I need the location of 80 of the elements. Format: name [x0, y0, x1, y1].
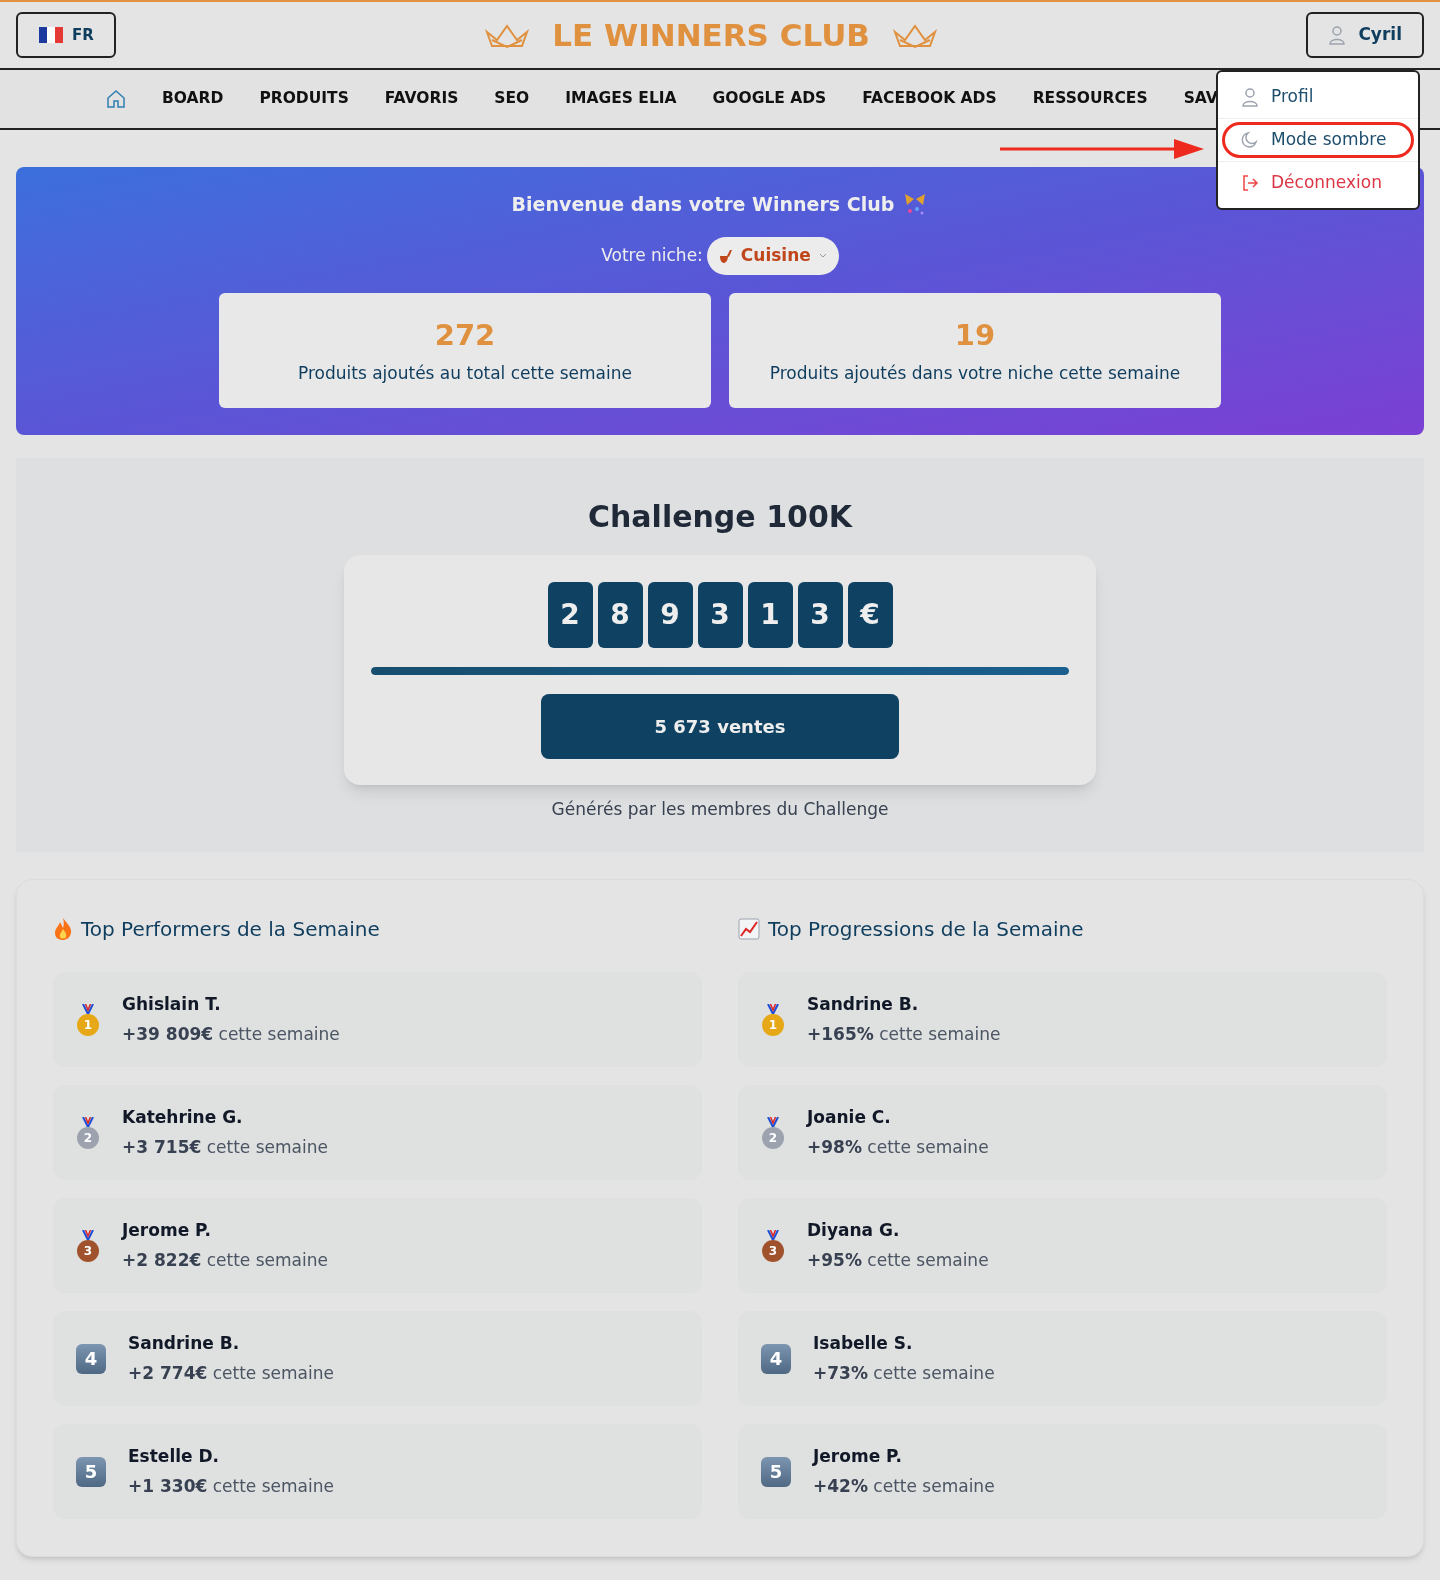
stat-value: 19 [954, 316, 996, 354]
medal-icon: 2 [77, 1126, 99, 1149]
counter-digit: 8 [597, 582, 643, 648]
menu-item[interactable]: Déconnexion [1222, 165, 1414, 201]
stat-label: Produits ajoutés dans votre niche cette semaine [769, 362, 1181, 385]
chevron-down-icon [818, 252, 827, 259]
menu-item[interactable]: Profil [1222, 79, 1414, 115]
nav-link[interactable]: FAVORIS [384, 87, 459, 111]
member-gain: +3 715€ cette semaine [122, 1135, 328, 1159]
ladle-icon [718, 247, 733, 264]
medal-icon: 2 [762, 1126, 784, 1149]
nav-link[interactable]: IMAGES ELIA [565, 87, 677, 111]
logout-icon [1241, 174, 1259, 192]
member-gain: +98% cette semaine [807, 1135, 989, 1159]
member-name: Isabelle S. [813, 1332, 914, 1355]
member-name: Jerome P. [122, 1219, 212, 1242]
counter-digit: 9 [647, 582, 693, 648]
counter-digit: 2 [547, 582, 593, 648]
home-icon[interactable] [106, 89, 126, 109]
welcome-title: Bienvenue dans votre Winners Club [511, 192, 895, 217]
user-button[interactable]: Cyril [1306, 12, 1424, 58]
nav-link[interactable]: GOOGLE ADS [712, 87, 827, 111]
ribbon-icon [767, 1116, 779, 1127]
fire-icon [53, 917, 73, 941]
member-gain: +165% cette semaine [807, 1022, 1001, 1046]
sales-button[interactable]: 5 673 ventes [541, 694, 899, 759]
member-name: Jerome P. [813, 1445, 903, 1468]
ribbon-icon [82, 1003, 94, 1014]
number-key-icon: 5 [76, 1456, 106, 1487]
member-name: Diyana G. [807, 1219, 901, 1242]
leaderboard-title: Top Performers de la Semaine [81, 916, 380, 943]
number-key-icon: 4 [76, 1343, 106, 1374]
member-gain: +39 809€ cette semaine [122, 1022, 340, 1046]
nav-link[interactable]: RESSOURCES [1032, 87, 1148, 111]
number-key-icon: 5 [761, 1456, 791, 1487]
medal-icon: 1 [77, 1013, 99, 1036]
ribbon-icon [767, 1003, 779, 1014]
nav-link[interactable]: SEO [494, 87, 530, 111]
member-gain: +2 822€ cette semaine [122, 1248, 328, 1272]
member-gain: +2 774€ cette semaine [128, 1361, 334, 1385]
member-name: Katehrine G. [122, 1106, 244, 1129]
member-gain: +1 330€ cette semaine [128, 1474, 334, 1498]
medal-icon: 3 [762, 1239, 784, 1262]
stat-value: 272 [434, 316, 496, 354]
medal-icon: 1 [762, 1013, 784, 1036]
ribbon-icon [82, 1229, 94, 1240]
counter-digit: € [847, 582, 893, 648]
nav-link[interactable]: SAV [1183, 87, 1218, 111]
nav-link[interactable]: FACEBOOK ADS [862, 87, 997, 111]
counter-digit: 3 [697, 582, 743, 648]
challenge-caption: Générés par les membres du Challenge [551, 798, 889, 821]
member-gain: +73% cette semaine [813, 1361, 995, 1385]
niche-selector[interactable]: Cuisine [706, 236, 839, 275]
moon-icon [1241, 131, 1259, 149]
stat-label: Produits ajoutés au total cette semaine [298, 362, 632, 385]
site-logo: LE WINNERS CLUB [552, 15, 870, 55]
member-name: Estelle D. [128, 1445, 221, 1468]
member-name: Joanie C. [807, 1106, 892, 1129]
french-flag-icon [38, 27, 64, 43]
niche-label: Votre niche: [601, 243, 703, 267]
member-gain: +42% cette semaine [813, 1474, 995, 1498]
counter-digit: 1 [747, 582, 793, 648]
medal-icon: 3 [77, 1239, 99, 1262]
counter-digit: 3 [797, 582, 843, 648]
challenge-title: Challenge 100K [588, 498, 852, 536]
ribbon-icon [82, 1116, 94, 1127]
ribbon-icon [767, 1229, 779, 1240]
member-gain: +95% cette semaine [807, 1248, 989, 1272]
member-name: Sandrine B. [807, 993, 920, 1016]
nav-link[interactable]: BOARD [162, 87, 224, 111]
user-icon [1241, 87, 1259, 107]
menu-item[interactable]: Mode sombre [1222, 122, 1414, 158]
leaderboard-title: Top Progressions de la Semaine [768, 916, 1084, 943]
nav-link[interactable]: PRODUITS [259, 87, 349, 111]
member-name: Ghislain T. [122, 993, 222, 1016]
language-button[interactable]: FR [16, 12, 116, 58]
user-icon [1328, 25, 1347, 45]
chart-icon [738, 918, 760, 940]
number-key-icon: 4 [761, 1343, 791, 1374]
member-name: Sandrine B. [128, 1332, 241, 1355]
